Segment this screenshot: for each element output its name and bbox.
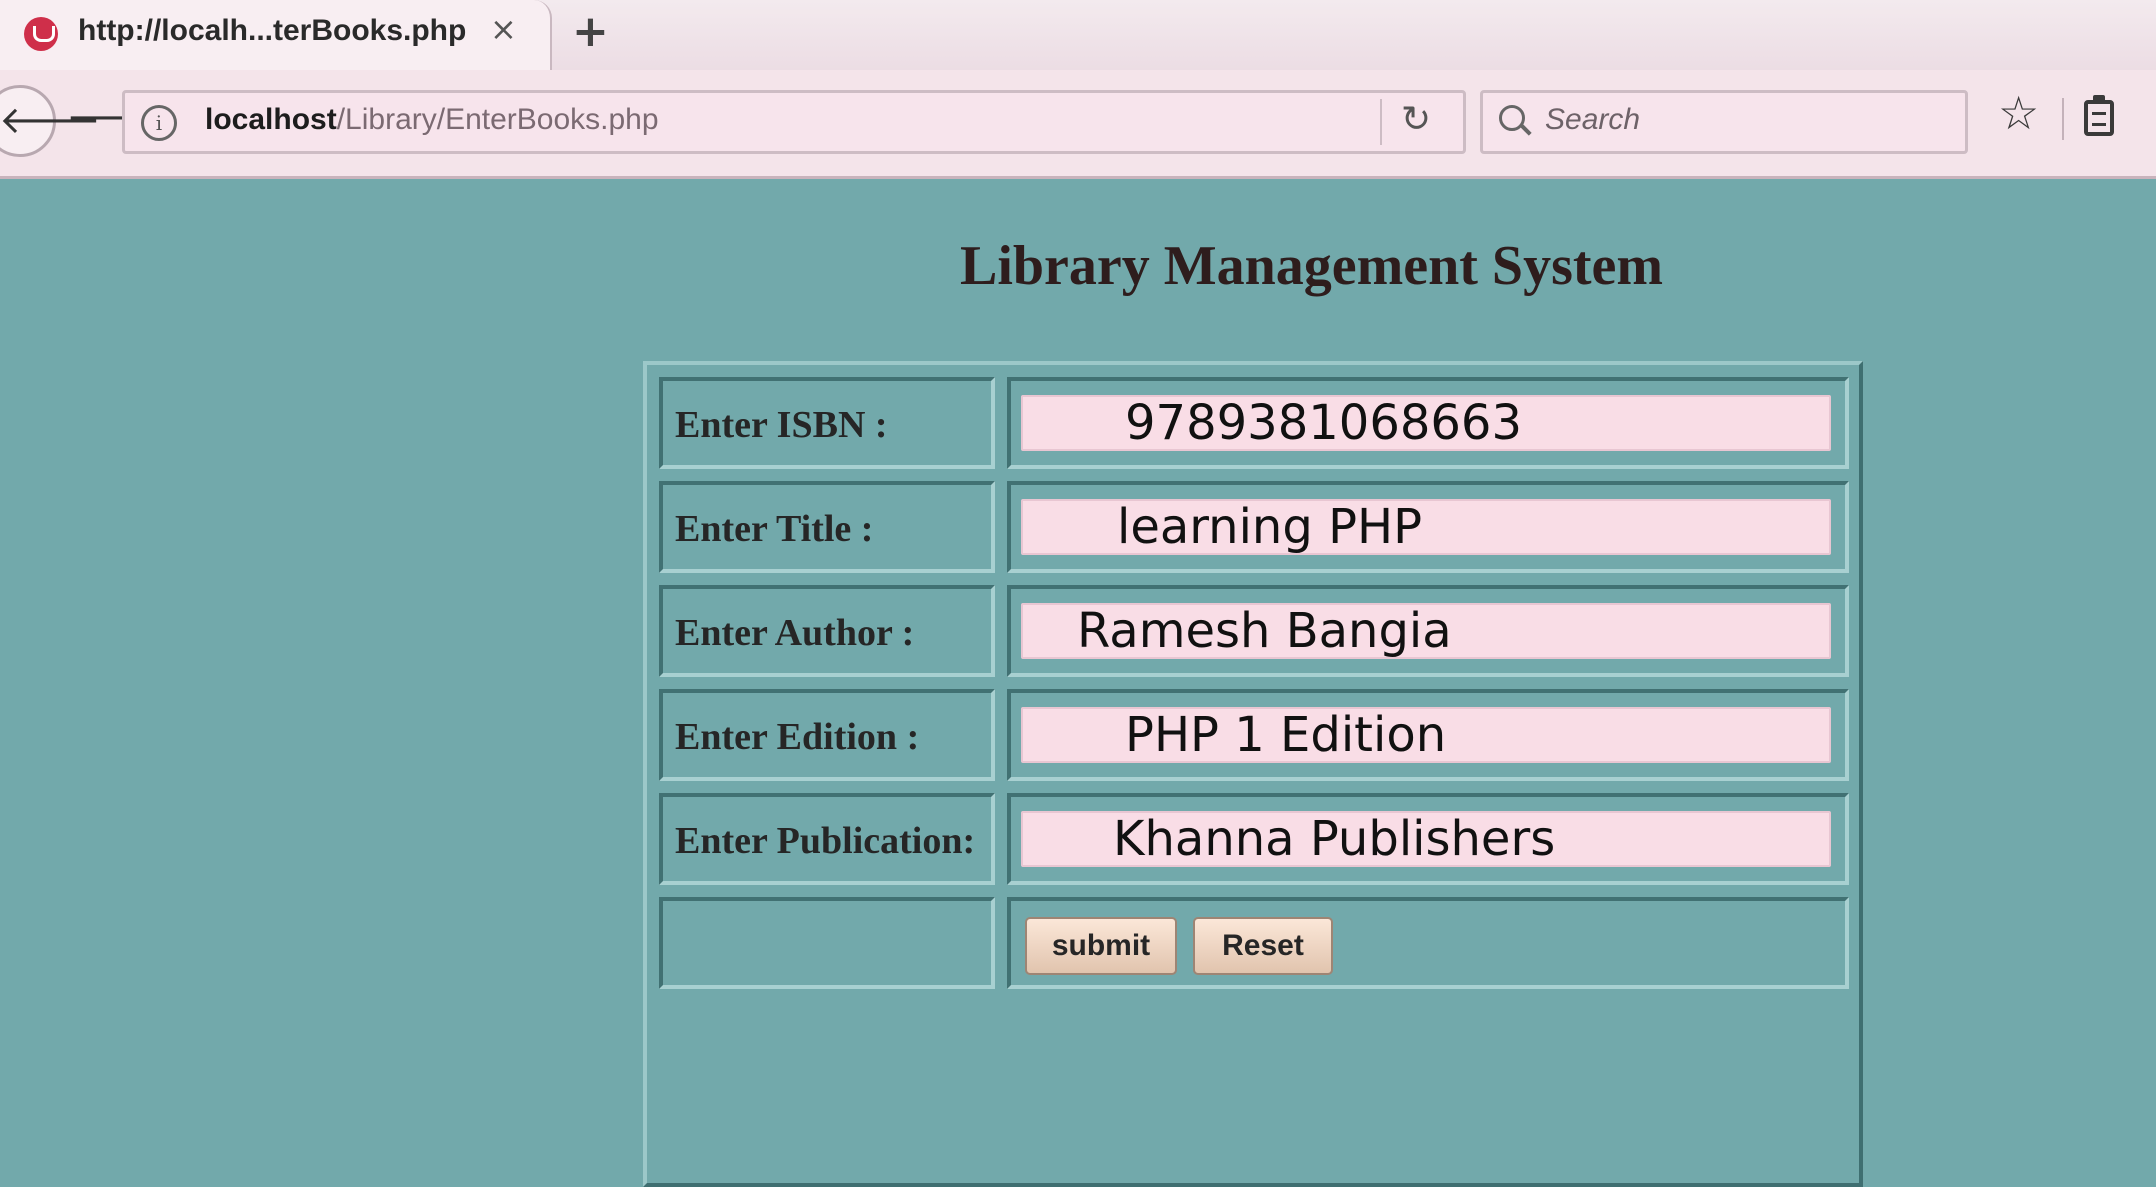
form-input-cell: 9789381068663 <box>1007 377 1849 469</box>
navigation-bar: 🡐 🡒 i localhost/Library/EnterBooks.php ↻… <box>0 70 2156 179</box>
form-label-cell: Enter Author : <box>659 585 995 677</box>
url-divider <box>1380 99 1382 145</box>
edition-input[interactable]: PHP 1 Edition <box>1021 707 1831 763</box>
search-bar[interactable]: Search <box>1480 90 1968 154</box>
form-row-edition: Enter Edition : PHP 1 Edition <box>659 689 1849 781</box>
title-input[interactable]: learning PHP <box>1021 499 1831 555</box>
publication-input[interactable]: Khanna Publishers <box>1021 811 1831 867</box>
back-button[interactable]: 🡐 <box>0 85 101 157</box>
favicon-icon <box>24 17 58 51</box>
close-tab-icon[interactable]: × <box>490 10 517 48</box>
tab-bar: http://localh...terBooks.php × + <box>0 0 2156 70</box>
form-row-actions: submit Reset <box>659 897 1849 989</box>
form-input-cell: Khanna Publishers <box>1007 793 1849 885</box>
search-placeholder: Search <box>1545 103 1641 136</box>
form-input-cell: learning PHP <box>1007 481 1849 573</box>
book-entry-form: Enter ISBN : 9789381068663 Enter Title :… <box>643 361 1863 1187</box>
tab-title: http://localh...terBooks.php <box>78 14 467 47</box>
form-label-cell: Enter Title : <box>659 481 995 573</box>
form-row-title: Enter Title : learning PHP <box>659 481 1849 573</box>
address-bar[interactable]: i localhost/Library/EnterBooks.php ↻ <box>122 90 1466 154</box>
url-host: localhost <box>205 103 337 136</box>
info-icon[interactable]: i <box>141 105 177 141</box>
form-label-cell <box>659 897 995 989</box>
reset-button[interactable]: Reset <box>1193 917 1333 975</box>
form-row-publication: Enter Publication: Khanna Publishers <box>659 793 1849 885</box>
clipboard-icon[interactable] <box>2084 95 2114 136</box>
page-content: Library Management System Enter ISBN : 9… <box>0 179 2156 1187</box>
url-text[interactable]: localhost/Library/EnterBooks.php <box>205 103 659 137</box>
form-input-cell: submit Reset <box>1007 897 1849 989</box>
new-tab-icon[interactable]: + <box>572 6 609 57</box>
title-label: Enter Title : <box>675 508 874 550</box>
page-title: Library Management System <box>960 235 1664 297</box>
edition-label: Enter Edition : <box>675 716 920 758</box>
submit-button[interactable]: submit <box>1025 917 1177 975</box>
publication-label: Enter Publication: <box>675 820 976 862</box>
search-icon <box>1499 105 1525 131</box>
form-label-cell: Enter ISBN : <box>659 377 995 469</box>
browser-tab-active[interactable]: http://localh...terBooks.php × <box>0 0 552 70</box>
star-icon[interactable]: ☆ <box>1998 86 2039 140</box>
isbn-label: Enter ISBN : <box>675 404 888 446</box>
form-label-cell: Enter Edition : <box>659 689 995 781</box>
form-row-isbn: Enter ISBN : 9789381068663 <box>659 377 1849 469</box>
url-path: /Library/EnterBooks.php <box>336 103 659 136</box>
form-row-author: Enter Author : Ramesh Bangia <box>659 585 1849 677</box>
isbn-input[interactable]: 9789381068663 <box>1021 395 1831 451</box>
reload-icon[interactable]: ↻ <box>1401 99 1431 140</box>
form-label-cell: Enter Publication: <box>659 793 995 885</box>
author-input[interactable]: Ramesh Bangia <box>1021 603 1831 659</box>
toolbar-divider <box>2062 98 2064 140</box>
form-input-cell: PHP 1 Edition <box>1007 689 1849 781</box>
author-label: Enter Author : <box>675 612 915 654</box>
form-input-cell: Ramesh Bangia <box>1007 585 1849 677</box>
